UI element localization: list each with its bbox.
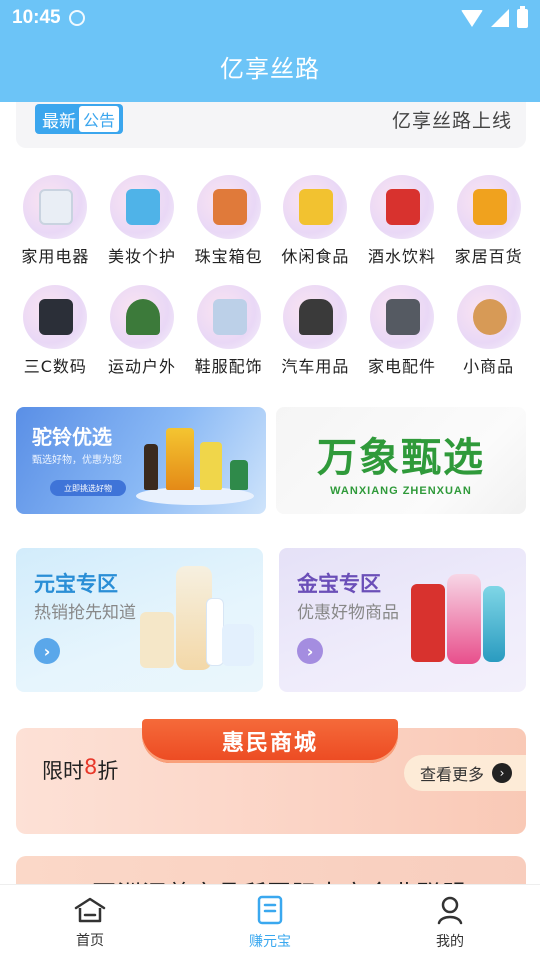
promo-suffix: 折 [97,759,119,783]
promo-number: 8 [84,755,98,779]
home-icon [74,897,106,922]
bottom-nav: 首页 赚元宝 我的 [0,884,540,960]
category-item[interactable]: 家电配件 [359,285,446,377]
oil-icon [456,175,521,239]
category-label: 美妆个护 [107,247,176,266]
appliance-icon [23,175,88,239]
chevron-right-icon: › [492,763,513,783]
document-icon [257,895,283,924]
category-item[interactable]: 汽车用品 [272,285,359,377]
tent-icon [109,285,174,349]
category-item[interactable]: 家居百货 [445,175,532,267]
category-label: 家用电器 [21,247,90,266]
nav-label: 我的 [436,933,464,950]
huimin-mall-banner: 惠民商城 [142,719,398,763]
category-label: 小商品 [463,357,515,376]
wanxiang-logo-title: 万象甄选 [317,435,485,481]
category-label: 家居百货 [454,247,523,266]
status-bar: 10:45 [0,0,540,36]
app-header: 10:45 亿享丝路 [0,0,540,102]
chevron-right-icon[interactable]: › [297,638,323,664]
zone-title: 元宝专区 [34,572,118,596]
wanxiang-logo-subtitle: WANXIANG ZHENXUAN [330,485,472,497]
nav-label: 赚元宝 [249,933,291,950]
announcement-tag-prefix: 最新 [42,111,76,132]
zone-subtitle: 热销抢先知道 [34,603,136,623]
category-item[interactable]: 三C数码 [12,285,99,377]
signal-icon [491,9,509,27]
zone-subtitle: 优惠好物商品 [297,603,399,623]
category-label: 三C数码 [23,357,87,376]
nav-home[interactable]: 首页 [0,885,180,960]
category-grid: 家用电器 美妆个护 珠宝箱包 休闲食品 酒水饮料 家居百货 三C数码 运动户外 … [12,175,532,377]
milk-carton-image [140,612,174,668]
clothes-icon [196,285,261,349]
limited-discount-text: 限时 8 折 [42,755,118,785]
shampoo-image [483,586,505,662]
laptop-icon [23,285,88,349]
status-time: 10:45 [12,7,61,28]
cosmetics-icon [109,175,174,239]
handbag-icon [196,175,261,239]
yogurt-cup-image [222,624,254,666]
chevron-right-icon[interactable]: › [34,638,60,664]
shield-icon [68,10,85,26]
view-more-button[interactable]: 查看更多 › [404,755,526,791]
car-seat-icon [283,285,348,349]
announcement-tag: 最新 公告 [35,104,124,134]
yuanbao-zone-card[interactable]: 元宝专区 热销抢先知道 › [16,548,263,692]
body-wash-image [447,574,481,664]
zone-title: 金宝专区 [297,572,381,596]
jinbao-zone-card[interactable]: 金宝专区 优惠好物商品 › [279,548,526,692]
soy-sauce-image [144,444,158,490]
user-icon [437,896,463,924]
announcement-text[interactable]: 亿享丝路上线 [392,106,512,133]
nav-label: 首页 [76,932,104,949]
category-label: 酒水饮料 [367,247,436,266]
wanxiang-banner[interactable]: 万象甄选 WANXIANG ZHENXUAN [276,407,526,514]
drinks-icon [369,175,434,239]
battery-icon [517,5,528,28]
wifi-icon [461,9,483,27]
rice-box-image [200,442,222,490]
category-item[interactable]: 美妆个护 [99,175,186,267]
oil-bottle-image [166,428,194,490]
page-title: 亿享丝路 [220,55,320,83]
banner-title: 驼铃优选 [32,425,112,449]
pick-goods-button[interactable]: 立即挑选好物 [50,480,126,496]
banner-subtitle: 甄选好物，优惠为您 [32,455,122,466]
category-item[interactable]: 家用电器 [12,175,99,267]
category-item[interactable]: 酒水饮料 [359,175,446,267]
category-item[interactable]: 运动户外 [99,285,186,377]
announcement-tag-label: 公告 [79,106,120,132]
washer-icon [369,285,434,349]
category-label: 休闲食品 [281,247,350,266]
category-item[interactable]: 休闲食品 [272,175,359,267]
detergent-image [411,584,445,662]
nav-earn-yuanbao[interactable]: 赚元宝 [180,885,360,960]
snacks-icon [283,175,348,239]
nav-mine[interactable]: 我的 [360,885,540,960]
vase-icon [456,285,521,349]
category-item[interactable]: 珠宝箱包 [185,175,272,267]
category-label: 运动户外 [107,357,176,376]
category-label: 汽车用品 [281,357,350,376]
category-label: 鞋服配饰 [194,357,263,376]
status-icons [461,5,528,28]
promo-prefix: 限时 [42,759,84,783]
category-label: 家电配件 [367,357,436,376]
tuoling-banner[interactable]: 驼铃优选 甄选好物，优惠为您 立即挑选好物 [16,407,266,514]
category-item[interactable]: 鞋服配饰 [185,285,272,377]
view-more-label: 查看更多 [420,765,485,784]
category-label: 珠宝箱包 [194,247,263,266]
can-image [230,460,248,490]
announcement-bar[interactable]: 最新 公告 亿享丝路上线 [16,102,526,148]
category-item[interactable]: 小商品 [445,285,532,377]
